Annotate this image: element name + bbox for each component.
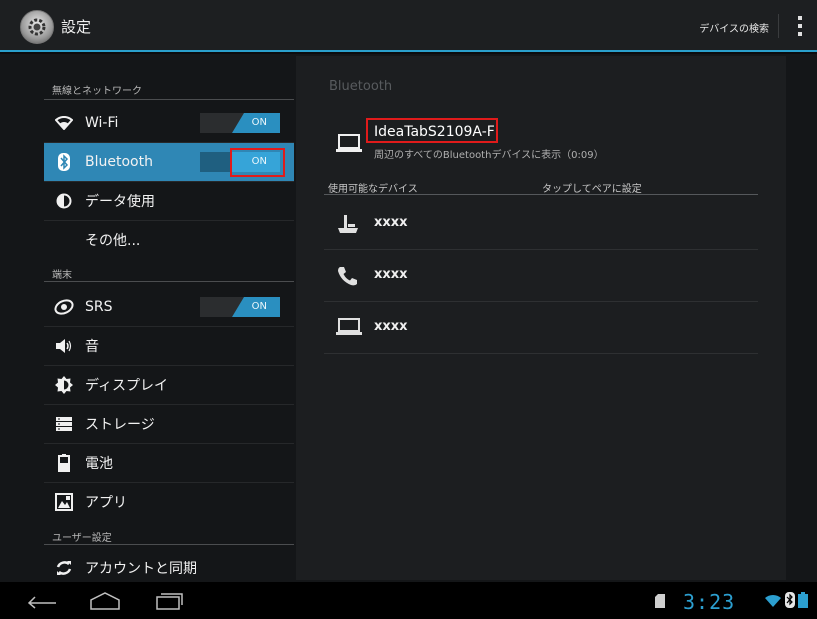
settings-gear-icon[interactable]: [20, 10, 54, 44]
home-icon[interactable]: [88, 591, 122, 615]
own-device-name: IdeaTabS2109A-F: [374, 124, 495, 140]
sidebar-item-data-usage[interactable]: データ使用: [44, 182, 294, 220]
clock: 3:23: [683, 590, 736, 614]
sidebar-item-label: アカウントと同期: [85, 561, 197, 577]
device-row[interactable]: xxxx: [324, 250, 758, 302]
battery-icon: [53, 452, 75, 474]
sidebar-item-apps[interactable]: アプリ: [44, 483, 294, 521]
bluetooth-panel: Bluetooth IdeaTabS2109A-F 周辺のすべてのBluetoo…: [296, 56, 786, 580]
sidebar-item-label: ディスプレイ: [85, 378, 169, 394]
sidebar-item-sound[interactable]: 音: [44, 327, 294, 365]
speaker-icon: [53, 335, 75, 357]
toggle-state: ON: [251, 301, 267, 312]
settings-sidebar: 無線とネットワーク Wi-Fi ON Bluetooth ON データ使用 その…: [44, 54, 294, 582]
section-divider: [44, 281, 294, 282]
section-divider: [44, 544, 294, 545]
overflow-menu-icon[interactable]: [797, 16, 803, 36]
section-header-user: ユーザー設定: [52, 533, 112, 544]
srs-toggle[interactable]: ON: [200, 297, 280, 317]
sync-icon: [53, 557, 75, 579]
sidebar-item-wifi[interactable]: Wi-Fi ON: [44, 104, 294, 142]
search-devices-button[interactable]: デバイスの検索: [699, 20, 769, 35]
sidebar-item-label: SRS: [85, 299, 113, 315]
recent-apps-icon[interactable]: [154, 591, 184, 615]
device-name: xxxx: [374, 267, 408, 282]
sidebar-item-battery[interactable]: 電池: [44, 444, 294, 482]
laptop-icon: [336, 317, 362, 339]
page-title: 設定: [61, 18, 92, 36]
bluetooth-toggle[interactable]: ON: [200, 152, 280, 172]
sidebar-item-label: アプリ: [85, 495, 127, 511]
sidebar-item-more[interactable]: その他...: [44, 221, 294, 259]
toggle-state: ON: [251, 117, 267, 128]
sidebar-item-bluetooth[interactable]: Bluetooth ON: [44, 143, 294, 181]
tablet-icon: [336, 134, 362, 156]
phone-icon: [336, 265, 360, 287]
device-row[interactable]: xxxx: [324, 198, 758, 250]
sidebar-item-label: Bluetooth: [85, 154, 153, 170]
device-row[interactable]: xxxx: [324, 302, 758, 354]
data-usage-icon: [53, 190, 75, 212]
display-brightness-icon: [53, 374, 75, 396]
device-name: xxxx: [374, 319, 408, 334]
section-header-wireless: 無線とネットワーク: [52, 86, 142, 97]
available-devices-label: 使用可能なデバイス: [328, 184, 418, 195]
wifi-signal-icon: [764, 593, 782, 612]
headset-device-icon: [336, 213, 360, 235]
own-device-item[interactable]: IdeaTabS2109A-F 周辺のすべてのBluetoothデバイスに表示（…: [326, 116, 756, 161]
available-devices-divider: [324, 194, 758, 195]
sidebar-item-label: Wi-Fi: [85, 115, 119, 131]
sidebar-item-label: 電池: [85, 456, 113, 472]
tap-to-pair-label: タップしてペアに設定: [542, 184, 642, 195]
sidebar-item-label: データ使用: [85, 194, 155, 210]
sidebar-item-label: 音: [85, 339, 99, 355]
back-icon[interactable]: [24, 591, 58, 613]
wifi-toggle[interactable]: ON: [200, 113, 280, 133]
bluetooth-icon: [53, 151, 75, 173]
bluetooth-status-icon: [785, 592, 795, 612]
sd-card-icon: [655, 593, 665, 612]
sidebar-item-srs[interactable]: SRS ON: [44, 288, 294, 326]
battery-status-icon: [798, 592, 808, 612]
section-header-device: 端末: [52, 270, 72, 281]
sidebar-item-storage[interactable]: ストレージ: [44, 405, 294, 443]
system-navigation-bar: 3:23: [0, 582, 817, 619]
action-bar-divider: [778, 14, 779, 38]
sidebar-item-label: ストレージ: [85, 417, 155, 433]
sidebar-item-label: その他...: [85, 233, 141, 249]
toggle-state: ON: [251, 156, 267, 167]
wifi-icon: [53, 112, 75, 134]
section-divider: [44, 99, 294, 100]
sidebar-item-display[interactable]: ディスプレイ: [44, 366, 294, 404]
apps-icon: [53, 491, 75, 513]
srs-icon: [53, 296, 75, 318]
bluetooth-heading: Bluetooth: [329, 79, 393, 94]
action-bar: 設定 デバイスの検索: [0, 0, 817, 52]
visibility-status: 周辺のすべてのBluetoothデバイスに表示（0:09）: [374, 150, 604, 161]
device-name: xxxx: [374, 215, 408, 230]
storage-icon: [53, 413, 75, 435]
settings-content: 無線とネットワーク Wi-Fi ON Bluetooth ON データ使用 その…: [0, 54, 817, 582]
